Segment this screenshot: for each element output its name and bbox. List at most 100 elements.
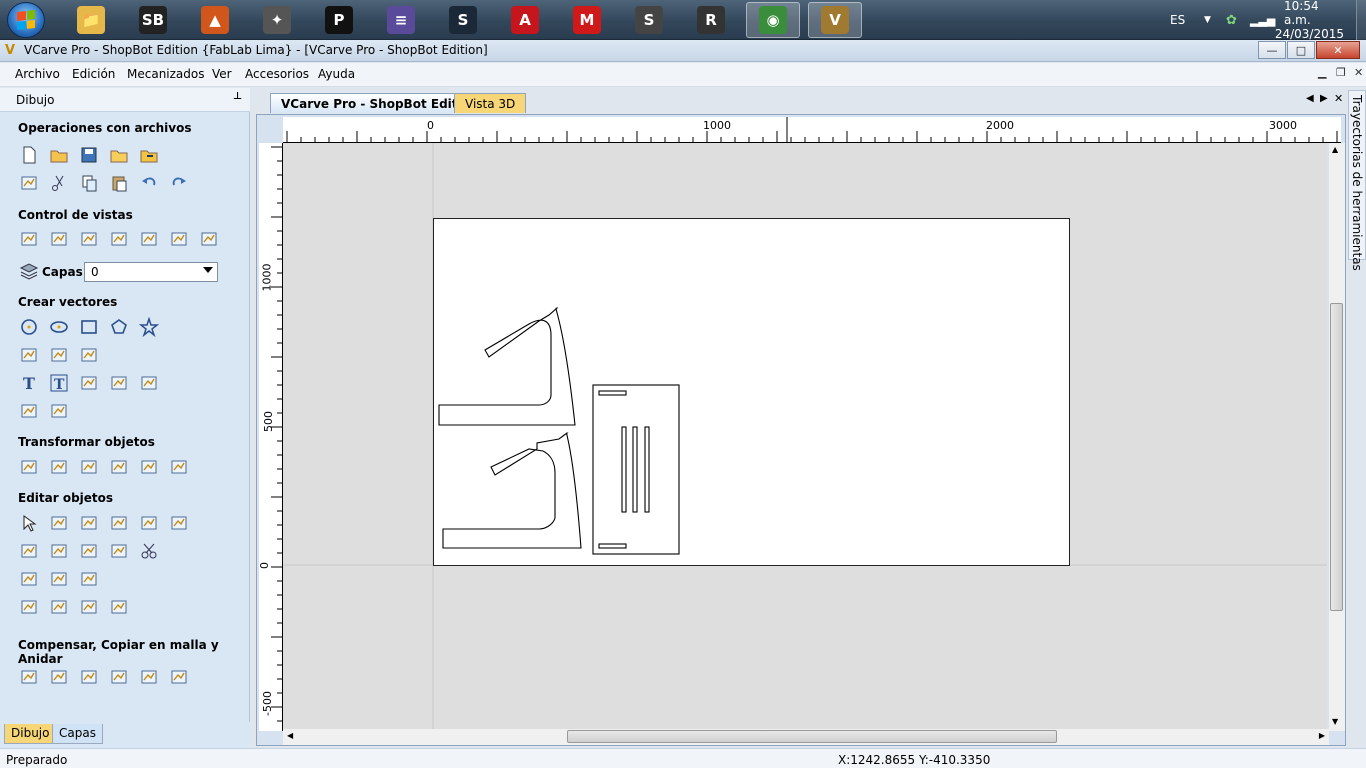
position-icon[interactable]: [168, 456, 190, 478]
set-size-icon[interactable]: [48, 456, 70, 478]
horizontal-scrollbar[interactable]: ◀ ▶: [283, 729, 1329, 745]
draw-star-icon[interactable]: [138, 316, 160, 338]
view-mode-3-icon[interactable]: [198, 228, 220, 250]
intersect-icon[interactable]: [78, 540, 100, 562]
copy-icon[interactable]: [78, 172, 100, 194]
weld-icon[interactable]: [18, 540, 40, 562]
mirror-icon[interactable]: [108, 456, 130, 478]
taskbar-app-vcarve[interactable]: V: [808, 2, 862, 38]
taskbar-app-autocad[interactable]: A: [498, 2, 552, 38]
tab-close-icon[interactable]: ✕: [1334, 92, 1343, 105]
undo-icon[interactable]: [138, 172, 160, 194]
ungroup-icon[interactable]: [138, 512, 160, 534]
text-on-curve-icon[interactable]: [78, 372, 100, 394]
minimize-button[interactable]: —: [1258, 41, 1286, 59]
draw-rectangle-icon[interactable]: [78, 316, 100, 338]
start-button[interactable]: [7, 2, 45, 38]
draw-arc-icon[interactable]: [48, 344, 70, 366]
taskbar-app-shopbot[interactable]: SB: [126, 2, 180, 38]
nesting-icon[interactable]: [138, 666, 160, 688]
taskbar-app-matlab[interactable]: ▲: [188, 2, 242, 38]
tab-3d-view[interactable]: Vista 3D: [454, 93, 527, 113]
drawing-canvas[interactable]: [283, 143, 1327, 731]
extend-icon[interactable]: [78, 568, 100, 590]
import-vectors-icon[interactable]: [138, 144, 160, 166]
taskbar-app-inkscape[interactable]: ✦: [250, 2, 304, 38]
taskbar-app-steam[interactable]: S: [436, 2, 490, 38]
taskbar-app-chrome[interactable]: ◉: [746, 2, 800, 38]
copy-along-icon[interactable]: [108, 666, 130, 688]
auto-layout-text-icon[interactable]: T: [48, 372, 70, 394]
curve-node-3-icon[interactable]: [108, 596, 130, 618]
tab-left-arrow-icon[interactable]: ◀: [1306, 93, 1314, 104]
taskbar-app-equalizer[interactable]: ≡: [374, 2, 428, 38]
node-edit-icon[interactable]: [48, 512, 70, 534]
paste-icon[interactable]: [108, 172, 130, 194]
view-mode-1-icon[interactable]: [138, 228, 160, 250]
vertical-scroll-thumb[interactable]: [1330, 303, 1343, 611]
toolpaths-panel-tab[interactable]: Trayectorias de herramientas: [1348, 90, 1366, 271]
smart-select-icon[interactable]: [78, 512, 100, 534]
mdi-restore-button[interactable]: ❐: [1336, 66, 1346, 79]
signal-icon[interactable]: ▂▃▅: [1250, 0, 1275, 40]
menu-ver[interactable]: Ver: [212, 67, 232, 81]
subtract-icon[interactable]: [48, 540, 70, 562]
distort-icon[interactable]: [138, 456, 160, 478]
menu-mecanizados[interactable]: Mecanizados: [127, 67, 205, 81]
close-button[interactable]: ✕: [1316, 41, 1360, 59]
new-file-icon[interactable]: [18, 144, 40, 166]
fillet-icon[interactable]: [18, 568, 40, 590]
trim-icon[interactable]: [168, 512, 190, 534]
pan-icon[interactable]: [18, 228, 40, 250]
zoom-selection-icon[interactable]: [108, 228, 130, 250]
move-icon[interactable]: [18, 456, 40, 478]
taskbar-app-sublime[interactable]: S: [622, 2, 676, 38]
scroll-right-icon[interactable]: ▶: [1319, 731, 1325, 740]
scroll-left-icon[interactable]: ◀: [287, 731, 293, 740]
circular-array-icon[interactable]: [78, 666, 100, 688]
tab-right-arrow-icon[interactable]: ▶: [1320, 93, 1328, 104]
menu-accesorios[interactable]: Accesorios: [245, 67, 309, 81]
pin-icon[interactable]: ⊥: [233, 91, 242, 102]
menu-edicion[interactable]: Edición: [72, 67, 115, 81]
fit-curves-icon[interactable]: [18, 596, 40, 618]
zoom-fit-icon[interactable]: [78, 228, 100, 250]
text-adjust-icon[interactable]: [108, 372, 130, 394]
tab-dibujo[interactable]: Dibujo: [4, 724, 57, 744]
curve-node-2-icon[interactable]: [78, 596, 100, 618]
text-tool-icon[interactable]: T: [18, 372, 40, 394]
tab-capas[interactable]: Capas: [52, 724, 103, 744]
scissors-icon[interactable]: [138, 540, 160, 562]
zoom-box-icon[interactable]: [48, 228, 70, 250]
vertical-scrollbar[interactable]: ▲ ▼: [1329, 143, 1345, 731]
join-icon[interactable]: [108, 540, 130, 562]
menu-archivo[interactable]: Archivo: [15, 67, 60, 81]
clock[interactable]: 10:54 a.m. 24/03/2015: [1275, 0, 1344, 41]
cut-icon[interactable]: [48, 172, 70, 194]
mdi-close-button[interactable]: ✕: [1354, 66, 1363, 79]
draw-polyline-icon[interactable]: [18, 344, 40, 366]
close-vectors-icon[interactable]: [48, 568, 70, 590]
import-folder-icon[interactable]: [108, 144, 130, 166]
array-copy-icon[interactable]: [48, 666, 70, 688]
view-mode-2-icon[interactable]: [168, 228, 190, 250]
offset-icon[interactable]: [18, 666, 40, 688]
curve-node-1-icon[interactable]: [48, 596, 70, 618]
mdi-minimize-button[interactable]: ▁: [1318, 66, 1326, 79]
redo-icon[interactable]: [168, 172, 190, 194]
tray-arrow-icon[interactable]: ▼: [1204, 0, 1211, 40]
scroll-up-icon[interactable]: ▲: [1332, 145, 1338, 154]
show-desktop-button[interactable]: [1356, 0, 1366, 40]
text-arc-icon[interactable]: [138, 372, 160, 394]
draw-circle-icon[interactable]: [18, 316, 40, 338]
dimension-tool-icon[interactable]: [18, 400, 40, 422]
draw-ellipse-icon[interactable]: [48, 316, 70, 338]
draw-curve-icon[interactable]: [78, 344, 100, 366]
align-icon[interactable]: [78, 456, 100, 478]
select-icon[interactable]: [18, 512, 40, 534]
measure-tool-icon[interactable]: [48, 400, 70, 422]
taskbar-app-rhino[interactable]: R: [684, 2, 738, 38]
dropbox-icon[interactable]: ✿: [1226, 0, 1237, 40]
maximize-button[interactable]: □: [1287, 41, 1315, 59]
taskbar-app-windows-explorer[interactable]: 📁: [64, 2, 118, 38]
